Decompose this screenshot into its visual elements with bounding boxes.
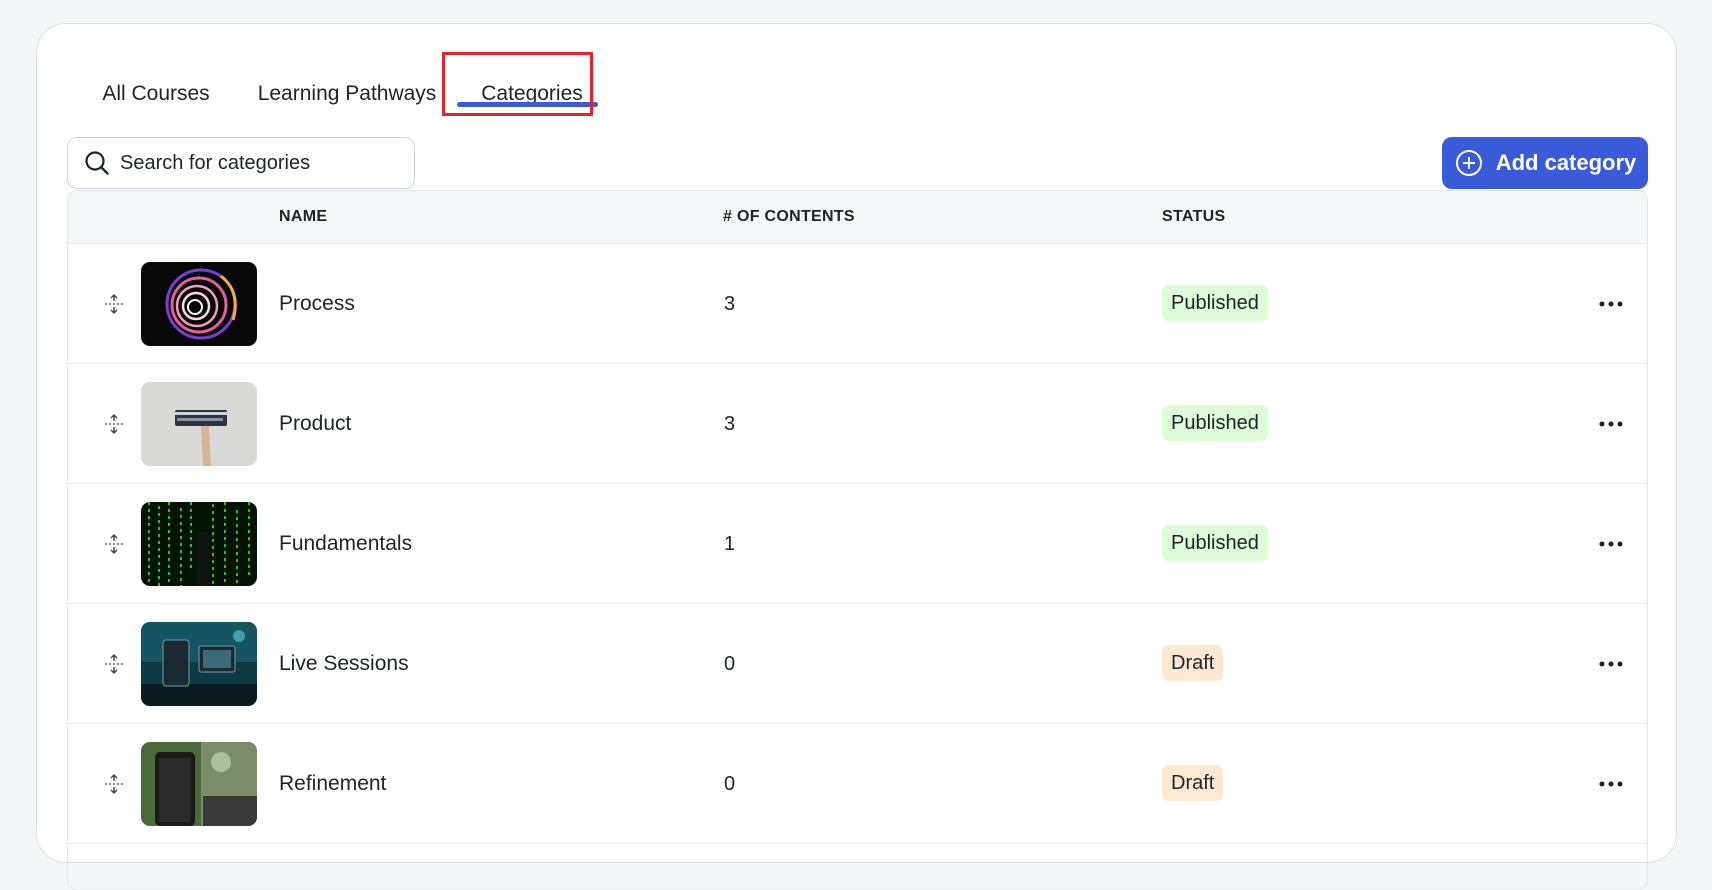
category-thumbnail xyxy=(141,742,257,826)
search-icon xyxy=(85,151,109,175)
category-thumbnail xyxy=(141,502,257,586)
contents-count: 3 xyxy=(724,412,736,435)
add-category-button[interactable]: Add category xyxy=(1442,137,1648,189)
table-header: NAME # OF CONTENTS STATUS xyxy=(68,191,1647,244)
categories-table: NAME # OF CONTENTS STATUS Process 3 Publ… xyxy=(67,190,1648,890)
status-badge: Draft xyxy=(1162,645,1224,681)
contents-count: 0 xyxy=(724,772,736,795)
tab-learning-pathways[interactable]: Learning Pathways xyxy=(237,74,457,114)
contents-count: 1 xyxy=(724,532,736,555)
drag-handle-icon[interactable] xyxy=(102,652,126,676)
tab-all-courses[interactable]: All Courses xyxy=(86,74,226,114)
status-badge: Published xyxy=(1162,285,1268,321)
table-row[interactable]: Fundamentals 1 Published xyxy=(68,484,1647,604)
category-thumbnail xyxy=(141,382,257,466)
status-badge: Published xyxy=(1162,405,1268,441)
table-row[interactable]: Process 3 Published xyxy=(68,244,1647,364)
status-badge: Published xyxy=(1162,525,1268,561)
more-options-icon[interactable] xyxy=(1595,648,1627,680)
contents-count: 0 xyxy=(724,652,736,675)
add-category-label: Add category xyxy=(1495,150,1637,175)
contents-count: 3 xyxy=(724,292,736,315)
category-name: Fundamentals xyxy=(279,532,413,555)
category-name: Product xyxy=(279,412,352,435)
status-badge: Draft xyxy=(1162,765,1224,801)
drag-handle-icon[interactable] xyxy=(102,532,126,556)
more-options-icon[interactable] xyxy=(1595,408,1627,440)
column-header-status: STATUS xyxy=(1162,208,1226,225)
drag-handle-icon[interactable] xyxy=(102,772,126,796)
table-row[interactable]: Product 3 Published xyxy=(68,364,1647,484)
table-row[interactable]: Refinement 0 Draft xyxy=(68,724,1647,844)
more-options-icon[interactable] xyxy=(1595,528,1627,560)
table-row[interactable]: Live Sessions 0 Draft xyxy=(68,604,1647,724)
drag-handle-icon[interactable] xyxy=(102,292,126,316)
category-name: Refinement xyxy=(279,772,387,795)
column-header-name: NAME xyxy=(279,208,328,225)
search-box[interactable] xyxy=(67,137,415,189)
category-thumbnail xyxy=(141,262,257,346)
category-name: Live Sessions xyxy=(279,652,409,675)
more-options-icon[interactable] xyxy=(1595,768,1627,800)
highlight-box xyxy=(442,52,593,116)
drag-handle-icon[interactable] xyxy=(102,412,126,436)
more-options-icon[interactable] xyxy=(1595,288,1627,320)
plus-circle-icon xyxy=(1455,150,1482,176)
category-thumbnail xyxy=(141,622,257,706)
category-name: Process xyxy=(279,292,355,315)
column-header-contents: # OF CONTENTS xyxy=(723,208,855,225)
categories-panel: All Courses Learning Pathways Categories… xyxy=(36,23,1677,890)
search-input[interactable] xyxy=(120,151,370,175)
